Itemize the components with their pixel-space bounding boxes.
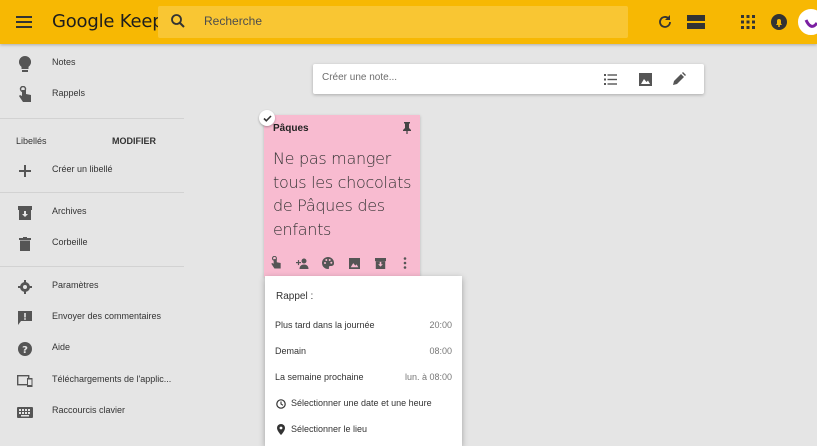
- reminder-option-later-today[interactable]: Plus tard dans la journée 20:00: [265, 315, 462, 337]
- sidebar-item-label: Rappels: [52, 88, 86, 98]
- sidebar-divider: [0, 266, 184, 267]
- note-title[interactable]: Pâques: [273, 123, 309, 134]
- sidebar: Notes Rappels Libellés MODIFIER Créer un…: [0, 44, 184, 446]
- note-body[interactable]: Ne pas manger tous les chocolats de Pâqu…: [273, 147, 418, 241]
- user-avatar[interactable]: [798, 9, 817, 35]
- reminder-option-label: Sélectionner le lieu: [291, 424, 368, 434]
- sidebar-item-trash[interactable]: Corbeille: [0, 229, 184, 259]
- trash-icon: [16, 235, 34, 253]
- svg-text:?: ?: [22, 345, 28, 356]
- sidebar-item-notes[interactable]: Notes: [0, 49, 184, 79]
- apps-grid-icon[interactable]: [738, 12, 758, 32]
- sidebar-item-keyboard-shortcuts[interactable]: Raccourcis clavier: [0, 397, 184, 427]
- take-note-input[interactable]: [322, 72, 592, 83]
- sidebar-item-reminders[interactable]: Rappels: [0, 80, 184, 110]
- sidebar-divider: [0, 118, 184, 119]
- search-icon[interactable]: [170, 13, 186, 34]
- search-bar[interactable]: [158, 6, 628, 38]
- sidebar-item-label: Créer un libellé: [52, 164, 113, 174]
- reminder-hand-icon: [16, 86, 34, 104]
- reminder-option-next-week[interactable]: La semaine prochaine lun. à 08:00: [265, 367, 462, 389]
- help-icon: ?: [16, 340, 34, 358]
- reminder-menu: Rappel : Plus tard dans la journée 20:00…: [265, 276, 462, 446]
- app-brand[interactable]: Google Keep: [52, 11, 164, 32]
- sidebar-item-label: Corbeille: [52, 237, 88, 247]
- sidebar-item-create-label[interactable]: Créer un libellé: [0, 156, 184, 186]
- sidebar-item-label: Aide: [52, 342, 71, 352]
- more-options-icon[interactable]: [398, 256, 412, 270]
- list-view-icon[interactable]: [686, 12, 706, 32]
- palette-icon[interactable]: [321, 256, 335, 270]
- select-note-check-icon[interactable]: [259, 110, 275, 126]
- add-image-icon[interactable]: [347, 256, 361, 270]
- archive-icon: [16, 204, 34, 222]
- feedback-icon: [16, 309, 34, 327]
- location-pin-icon: [275, 424, 286, 435]
- archive-icon[interactable]: [373, 256, 387, 270]
- remind-me-icon[interactable]: [269, 256, 283, 270]
- sidebar-item-label: Téléchargements de l'applic...: [52, 374, 172, 384]
- reminder-option-pick-place[interactable]: Sélectionner le lieu: [265, 419, 462, 441]
- note-card[interactable]: Pâques Ne pas manger tous les chocolats …: [264, 115, 420, 277]
- sidebar-item-archives[interactable]: Archives: [0, 198, 184, 228]
- sidebar-item-settings[interactable]: Paramètres: [0, 272, 184, 302]
- reminder-option-label: Demain: [275, 346, 307, 356]
- sidebar-item-label: Archives: [52, 206, 87, 216]
- gear-icon: [16, 278, 34, 296]
- plus-icon: [16, 162, 34, 180]
- sidebar-item-help[interactable]: ? Aide: [0, 334, 184, 364]
- reminder-option-label: La semaine prochaine: [275, 372, 364, 382]
- reminder-option-time: 20:00: [429, 320, 452, 330]
- reminder-option-pick-date[interactable]: Sélectionner une date et une heure: [265, 393, 462, 415]
- reminder-option-tomorrow[interactable]: Demain 08:00: [265, 341, 462, 363]
- devices-icon: [16, 372, 34, 390]
- new-list-icon[interactable]: [602, 71, 618, 87]
- clock-icon: [275, 398, 286, 409]
- labels-section-heading: Libellés: [16, 136, 47, 146]
- note-toolbar: [264, 256, 420, 272]
- new-drawing-icon[interactable]: [671, 71, 687, 87]
- sidebar-item-feedback[interactable]: Envoyer des commentaires: [0, 303, 184, 333]
- app-header: Google Keep: [0, 0, 817, 44]
- pin-icon[interactable]: [402, 121, 414, 134]
- reminder-option-label: Plus tard dans la journée: [275, 320, 375, 330]
- collaborator-icon[interactable]: [295, 256, 309, 270]
- keyboard-icon: [16, 403, 34, 421]
- reminder-option-label: Sélectionner une date et une heure: [291, 398, 432, 408]
- search-input[interactable]: [204, 14, 604, 28]
- reminder-menu-title: Rappel :: [276, 291, 314, 302]
- take-note-bar[interactable]: [313, 64, 704, 94]
- reminder-option-time: 08:00: [429, 346, 452, 356]
- sidebar-item-label: Notes: [52, 57, 76, 67]
- modify-labels-button[interactable]: MODIFIER: [112, 136, 156, 146]
- sidebar-item-label: Envoyer des commentaires: [52, 311, 162, 321]
- sidebar-item-app-downloads[interactable]: Téléchargements de l'applic...: [0, 366, 184, 396]
- sidebar-item-label: Raccourcis clavier: [52, 405, 126, 415]
- sidebar-item-label: Paramètres: [52, 280, 99, 290]
- sidebar-divider: [0, 192, 184, 193]
- notifications-bell-icon[interactable]: [769, 12, 789, 32]
- main-menu-icon[interactable]: [12, 10, 36, 34]
- new-image-note-icon[interactable]: [637, 71, 653, 87]
- lightbulb-icon: [16, 55, 34, 73]
- refresh-icon[interactable]: [655, 12, 675, 32]
- reminder-option-time: lun. à 08:00: [404, 372, 452, 382]
